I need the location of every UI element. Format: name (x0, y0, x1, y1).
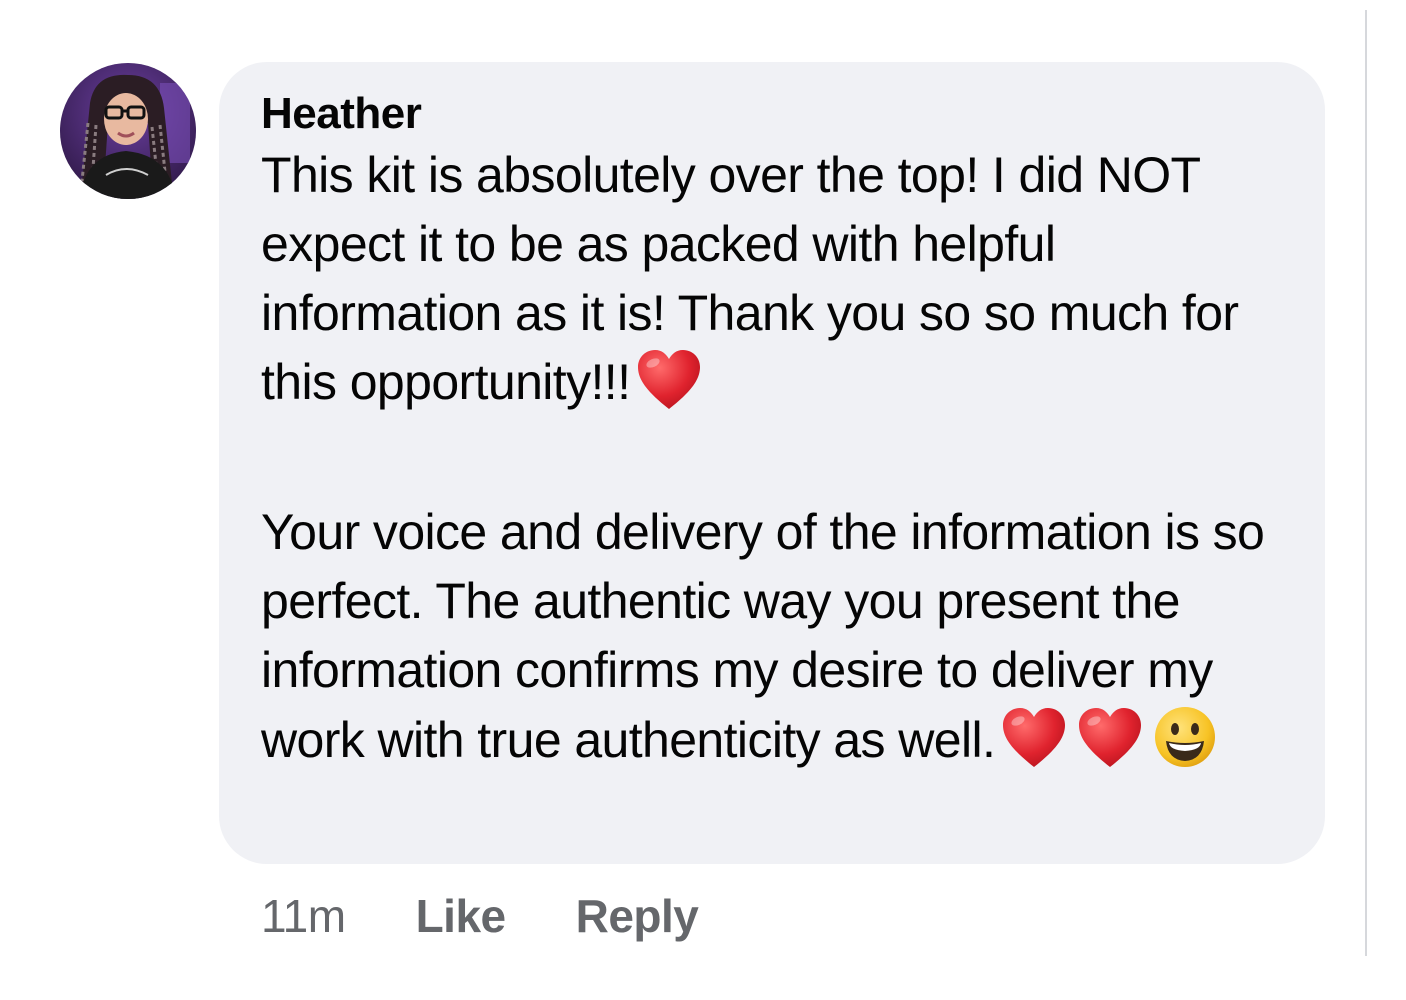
comment-timestamp[interactable]: 11m (261, 889, 346, 943)
comment-actions: 11m Like Reply (261, 888, 699, 944)
right-divider (1365, 10, 1367, 956)
comment-paragraph-2: Your voice and delivery of the informati… (261, 498, 1295, 787)
comment-bubble: Heather This kit is absolutely over the … (219, 62, 1325, 864)
like-button[interactable]: Like (416, 889, 507, 943)
avatar[interactable] (60, 63, 196, 199)
comment-paragraph-1: This kit is absolutely over the top! I d… (261, 141, 1295, 429)
heart-icon (636, 349, 702, 429)
comment-author[interactable]: Heather (261, 88, 1295, 140)
avatar-photo (60, 63, 196, 199)
comment-paragraph-1-text: This kit is absolutely over the top! I d… (261, 147, 1239, 410)
heart-icon (1077, 707, 1143, 787)
grinning-face-icon (1153, 705, 1217, 787)
reply-button[interactable]: Reply (576, 889, 699, 943)
heart-icon (1001, 707, 1067, 787)
